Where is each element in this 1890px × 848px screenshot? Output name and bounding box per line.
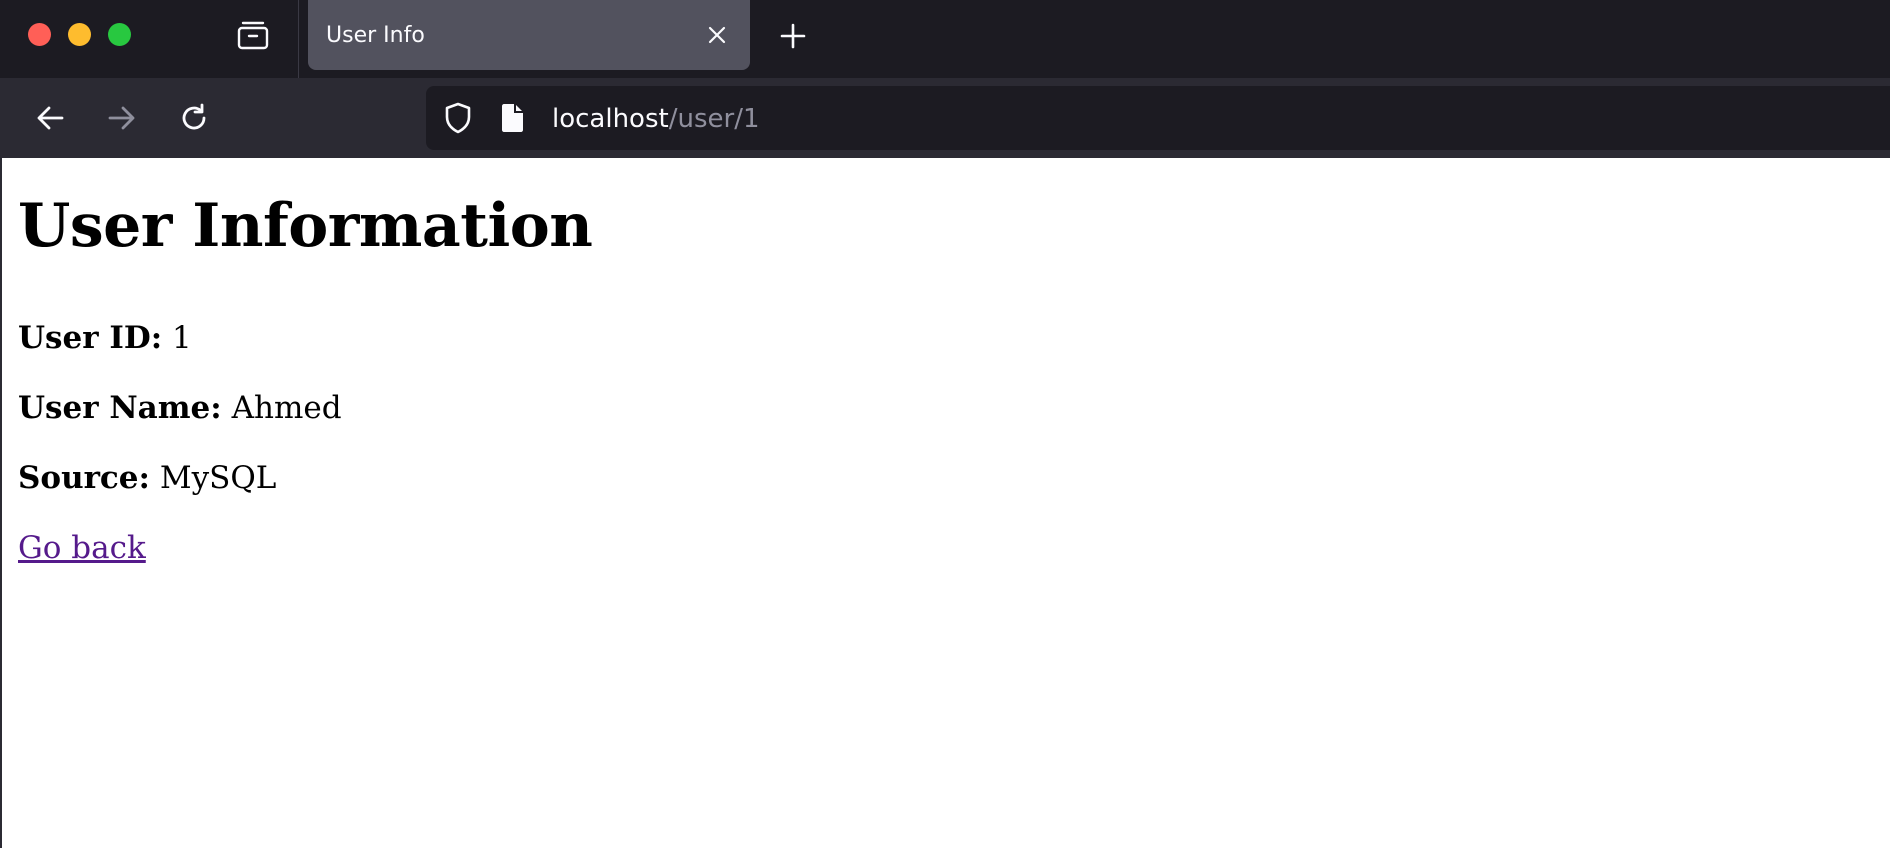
window-edge bbox=[0, 158, 2, 848]
source-value: MySQL bbox=[159, 460, 277, 496]
window-zoom-button[interactable] bbox=[108, 23, 131, 46]
page-icon[interactable] bbox=[498, 100, 528, 136]
window-minimize-button[interactable] bbox=[68, 23, 91, 46]
reload-icon[interactable] bbox=[174, 98, 214, 138]
url-host: localhost bbox=[552, 104, 669, 134]
user-name-label: User Name: bbox=[18, 390, 222, 426]
browser-toolbar: localhost/user/1 bbox=[0, 78, 1890, 158]
go-back-link[interactable]: Go back bbox=[18, 530, 146, 566]
tab-title: User Info bbox=[326, 23, 425, 48]
user-name-line: User Name: Ahmed bbox=[18, 390, 342, 426]
titlebar-divider bbox=[298, 0, 299, 78]
user-id-line: User ID: 1 bbox=[18, 320, 192, 356]
arrow-right-icon[interactable] bbox=[102, 98, 142, 138]
source-line: Source: MySQL bbox=[18, 460, 276, 496]
page-title: User Information bbox=[18, 191, 593, 261]
page-content: User Information User ID: 1 User Name: A… bbox=[18, 158, 1878, 566]
arrow-left-icon[interactable] bbox=[30, 98, 70, 138]
plus-icon[interactable] bbox=[775, 18, 811, 54]
tab-user-info[interactable]: User Info bbox=[308, 0, 750, 70]
user-id-label: User ID: bbox=[18, 320, 163, 356]
window-close-button[interactable] bbox=[28, 23, 51, 46]
close-icon[interactable] bbox=[700, 18, 734, 52]
user-id-value: 1 bbox=[172, 320, 192, 356]
url-path: /user/1 bbox=[668, 104, 760, 134]
source-label: Source: bbox=[18, 460, 150, 496]
browser-titlebar: User Info bbox=[0, 0, 1890, 78]
url-text[interactable]: localhost/user/1 bbox=[552, 86, 760, 150]
collections-icon[interactable] bbox=[236, 18, 270, 52]
url-bar[interactable]: localhost/user/1 bbox=[426, 86, 1890, 150]
shield-icon[interactable] bbox=[440, 100, 476, 136]
user-name-value: Ahmed bbox=[231, 390, 342, 426]
